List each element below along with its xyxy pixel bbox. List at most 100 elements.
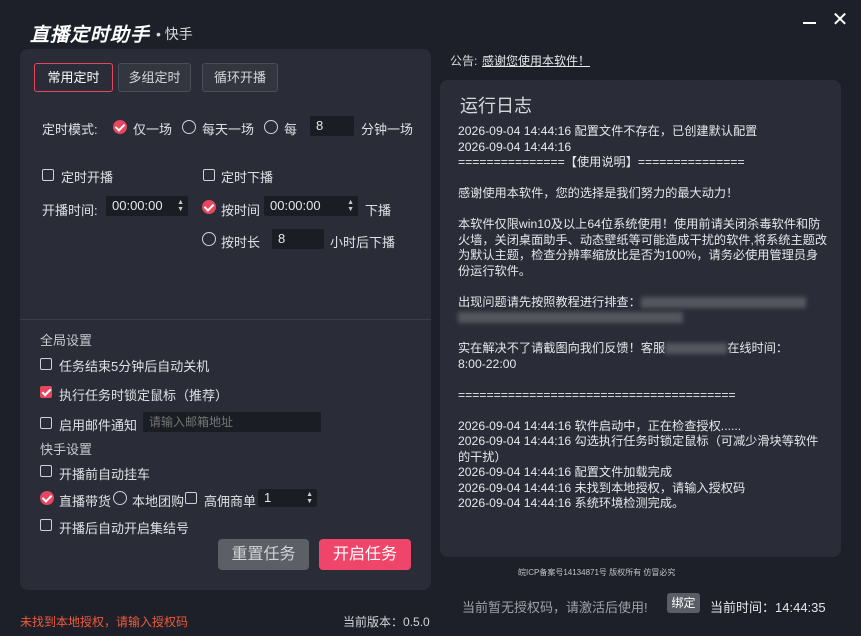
log-line: 本软件仅限win10及以上64位系统使用！使用前请关闭杀毒软件和防火墙，关闭桌面… [458, 217, 828, 278]
kuaishou-settings-title: 快手设置 [40, 442, 93, 457]
version-info: 当前版本：0.5.0 [343, 613, 430, 630]
app-title: 直播定时助手 [30, 25, 151, 46]
section-divider [20, 319, 431, 320]
no-license-hint: 当前暂无授权码，请激活后使用! [462, 600, 648, 615]
interval-value: 8 [316, 118, 324, 133]
log-line-tutorial: 出现问题请先按照教程进行排查： [458, 295, 830, 311]
radio-stop-by-time[interactable] [202, 200, 216, 214]
duration-input[interactable]: 8 [272, 229, 324, 249]
auto-hang-cart-label: 开播前自动挂车 [59, 467, 151, 482]
checkbox-timed-stop[interactable] [203, 169, 215, 181]
radio-daily-label: 每天一场 [202, 122, 255, 137]
start-time-value: 00:00:00 [112, 198, 163, 213]
redacted-link [458, 312, 683, 324]
redacted-contact [665, 343, 728, 355]
checkbox-email-notify[interactable] [40, 417, 52, 429]
log-line: 2026-09-04 14:44:16 勾选执行任务时锁定鼠标（可减少滑块等软件… [458, 434, 819, 464]
current-time-label: 当前时间： [710, 600, 776, 615]
duration-suffix-label: 小时后下播 [330, 235, 396, 250]
log-line: ======================================= [458, 387, 736, 402]
checkbox-timed-start[interactable] [42, 169, 54, 181]
email-notify-label: 启用邮件通知 [59, 418, 138, 433]
stop-by-time-label: 按时间 [221, 203, 261, 218]
auth-warning: 未找到本地授权，请输入授权码 [20, 615, 189, 629]
commission-stepper[interactable]: 1 ▲ ▼ [258, 489, 317, 507]
timed-start-label: 定时开播 [61, 170, 114, 185]
radio-once-label: 仅一场 [133, 122, 173, 137]
checkbox-auto-gather[interactable] [40, 519, 52, 531]
stop-time-input[interactable]: 00:00:00 ▲ ▼ [264, 196, 358, 216]
lock-mouse-label: 执行任务时锁定鼠标（推荐） [59, 388, 229, 403]
log-body: 2026-09-04 14:44:16 配置文件不存在，已创建默认配置 2026… [458, 124, 830, 512]
version-label: 当前版本： [343, 615, 404, 629]
log-line: 2026-09-04 14:44:16 [458, 139, 572, 154]
stop-by-time-suffix: 下播 [365, 203, 392, 218]
reset-task-button[interactable]: 重置任务 [218, 539, 309, 570]
timer-mode-label: 定时模式: [42, 122, 98, 137]
log-line-service: 实在解决不了请截图向我们反馈！客服 在线时间： [458, 341, 830, 357]
high-commission-label: 高佣商单 [204, 494, 257, 509]
tutorial-text: 出现问题请先按照教程进行排查： [458, 294, 641, 309]
log-line: 8:00-22:00 [458, 356, 517, 371]
radio-every-label: 每 [284, 122, 298, 137]
log-title: 运行日志 [460, 96, 532, 116]
duration-value: 8 [278, 231, 286, 246]
checkbox-lock-mouse[interactable] [40, 386, 52, 398]
radio-daily[interactable] [182, 120, 196, 134]
stop-time-value: 00:00:00 [270, 198, 321, 213]
tab-multi-group-timer[interactable]: 多组定时 [118, 63, 191, 92]
close-icon[interactable]: ✕ [830, 8, 850, 32]
log-line: 2026-09-04 14:44:16 未找到本地授权，请输入授权码 [458, 480, 746, 495]
local-group-label: 本地团购 [132, 494, 185, 509]
stop-time-spinner-icon[interactable]: ▲ ▼ [347, 199, 354, 213]
commission-spinner-icon[interactable]: ▲ ▼ [306, 491, 313, 505]
start-time-input[interactable]: 00:00:00 ▲ ▼ [106, 196, 188, 216]
service-hours-label: 在线时间： [727, 341, 789, 355]
timed-stop-label: 定时下播 [221, 170, 274, 185]
icp-text: 皖ICP备案号14134871号 版权所有 仿冒必究 [518, 568, 676, 577]
radio-once[interactable] [113, 120, 127, 134]
log-line-redacted [458, 310, 830, 326]
app-subtitle: • 快手 [156, 26, 193, 42]
version-value: 0.5.0 [403, 615, 430, 629]
log-line: 感谢使用本软件，您的选择是我们努力的最大动力！ [458, 186, 739, 200]
log-line: 2026-09-04 14:44:16 软件启动中，正在检查授权...... [458, 418, 742, 433]
checkbox-auto-hang-cart[interactable] [40, 465, 52, 477]
radio-stop-by-duration[interactable] [202, 232, 216, 246]
minimize-icon[interactable] [800, 8, 820, 32]
auto-gather-label: 开播后自动开启集结号 [59, 521, 190, 536]
checkbox-high-commission[interactable] [185, 492, 197, 504]
current-time-value: 14:44:35 [775, 600, 826, 615]
radio-local-group[interactable] [113, 491, 127, 505]
auto-shutdown-label: 任务结束5分钟后自动关机 [59, 359, 210, 374]
log-line: 2026-09-04 14:44:16 配置文件加载完成 [458, 465, 673, 479]
email-input[interactable] [143, 412, 321, 432]
tab-common-timer[interactable]: 常用定时 [34, 63, 113, 92]
settings-panel: 常用定时 多组定时 循环开播 定时模式: 仅一场 每天一场 每 8 分钟一场 定… [20, 49, 431, 590]
start-time-label: 开播时间: [42, 203, 98, 218]
log-line: 2026-09-04 14:44:16 系统环境检测完成。 [458, 496, 685, 510]
notice-link[interactable]: 感谢您使用本软件！ [482, 52, 590, 69]
checkbox-auto-shutdown[interactable] [40, 358, 52, 370]
radio-every[interactable] [264, 120, 278, 134]
current-time: 当前时间：14:44:35 [710, 597, 826, 616]
start-time-spinner-icon[interactable]: ▲ ▼ [177, 199, 184, 213]
bind-button[interactable]: 绑定 [667, 593, 700, 613]
tab-loop-stream[interactable]: 循环开播 [202, 63, 278, 92]
live-goods-label: 直播带货 [59, 494, 112, 509]
commission-value: 1 [264, 490, 272, 505]
log-line: ===============【使用说明】=============== [458, 155, 745, 169]
start-task-button[interactable]: 开启任务 [319, 539, 411, 570]
stop-by-duration-label: 按时长 [221, 235, 261, 250]
interval-input[interactable]: 8 [310, 116, 354, 136]
interval-unit-label: 分钟一场 [361, 122, 414, 137]
log-panel: 运行日志 2026-09-04 14:44:16 配置文件不存在，已创建默认配置… [440, 80, 841, 557]
radio-live-goods[interactable] [40, 491, 54, 505]
service-text: 实在解决不了请截图向我们反馈！客服 [458, 341, 666, 355]
